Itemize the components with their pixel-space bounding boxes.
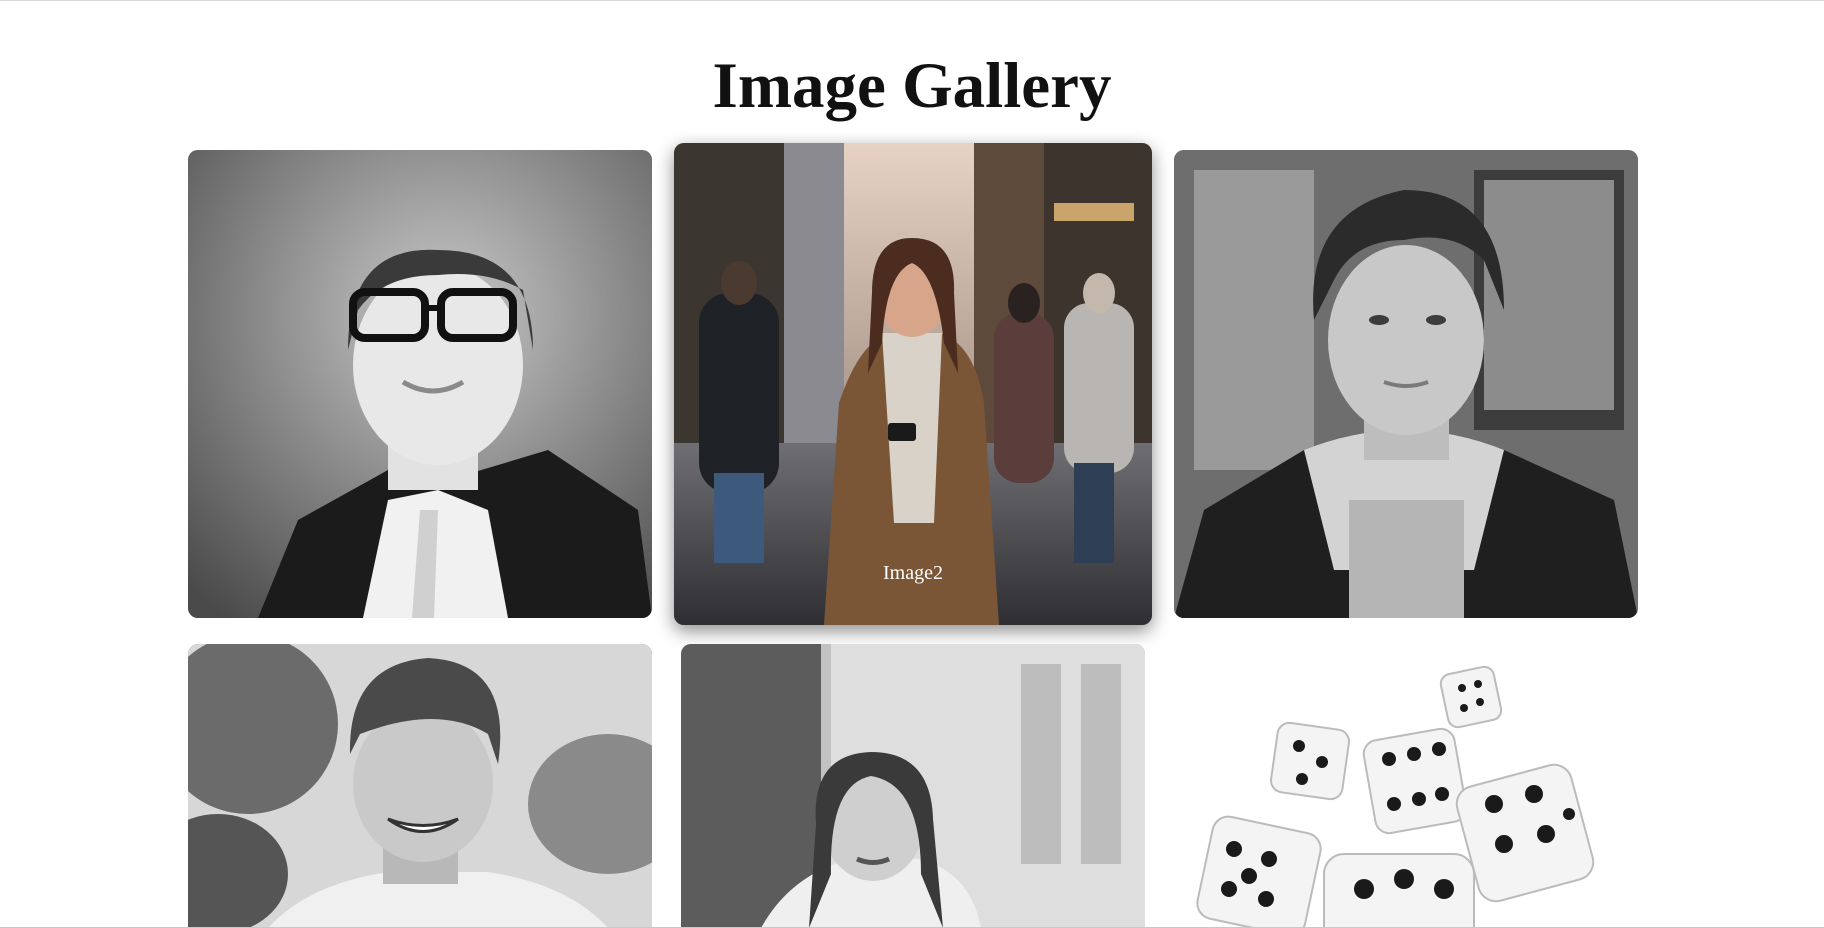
man-glasses-suit-photo [188,150,652,618]
top-border [0,0,1824,1]
smiling-man-beanie-photo [188,644,652,928]
young-man-hoodie-photo [1174,150,1638,618]
gallery-image-6[interactable] [1174,644,1638,928]
woman-street-photo [681,644,1145,928]
gallery-image-4[interactable] [188,644,652,928]
image-caption: Image2 [883,562,943,584]
gallery-image-3[interactable] [1174,150,1638,618]
dice-photo [1174,644,1638,928]
gallery-image-2[interactable]: Image2 [674,143,1152,625]
gallery-image-5[interactable] [681,644,1145,928]
gallery-image-1[interactable] [188,150,652,618]
page-title: Image Gallery [712,50,1112,122]
woman-phone-street-photo [674,143,1152,625]
